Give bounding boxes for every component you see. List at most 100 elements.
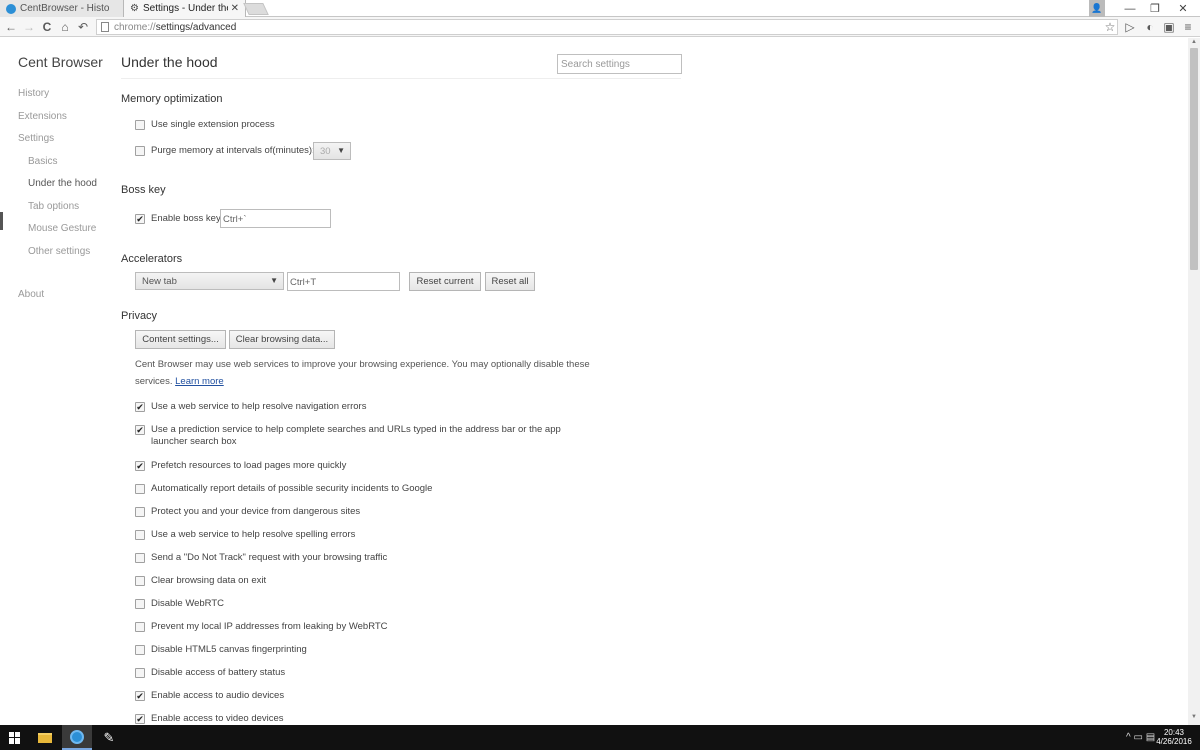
- purge-memory-checkbox[interactable]: Purge memory at intervals of(minutes):: [135, 145, 315, 157]
- privacy-option-checkbox[interactable]: Disable access of battery status: [135, 667, 285, 679]
- checkbox-box[interactable]: [135, 622, 145, 632]
- checkbox-label: Clear browsing data on exit: [151, 575, 267, 586]
- checkbox-box[interactable]: [135, 599, 145, 609]
- user-icon[interactable]: 👤: [1089, 0, 1105, 17]
- clock-time: 20:43: [1163, 728, 1185, 737]
- privacy-option-checkbox[interactable]: Send a "Do Not Track" request with your …: [135, 552, 387, 564]
- checkbox-box[interactable]: [135, 576, 145, 586]
- accelerator-action-select[interactable]: New tab ▼: [135, 272, 284, 290]
- header-divider: [121, 78, 681, 79]
- privacy-option-checkbox[interactable]: ✔ Enable access to audio devices: [135, 690, 284, 702]
- checkbox-box[interactable]: [135, 645, 145, 655]
- checkbox-box[interactable]: ✔: [135, 461, 145, 471]
- checkbox-box[interactable]: [135, 507, 145, 517]
- checkbox-box[interactable]: ✔: [135, 425, 145, 435]
- url-scheme: chrome://: [114, 21, 156, 33]
- checkbox-label: Enable access to audio devices: [151, 690, 285, 701]
- purge-interval-select[interactable]: 30 ▼: [313, 142, 351, 160]
- close-window-button[interactable]: ✕: [1172, 0, 1194, 17]
- chevron-down-icon: ▼: [270, 276, 278, 285]
- checkbox-label: Purge memory at intervals of(minutes):: [151, 145, 315, 156]
- folder-icon: [38, 732, 52, 743]
- checkbox-box[interactable]: [135, 120, 145, 130]
- checkbox-label: Protect you and your device from dangero…: [151, 506, 361, 517]
- windows-logo-icon: [9, 731, 21, 744]
- search-settings-input[interactable]: Search settings: [557, 54, 682, 74]
- checkbox-box[interactable]: [135, 530, 145, 540]
- privacy-option-checkbox[interactable]: Protect you and your device from dangero…: [135, 506, 360, 518]
- address-bar[interactable]: chrome:// settings/advanced: [96, 19, 1118, 35]
- privacy-option-checkbox[interactable]: Disable WebRTC: [135, 598, 224, 610]
- checkbox-box[interactable]: [135, 484, 145, 494]
- reset-all-button[interactable]: Reset all: [485, 272, 535, 291]
- privacy-option-checkbox[interactable]: Prevent my local IP addresses from leaki…: [135, 621, 388, 633]
- tab-settings[interactable]: ⚙ Settings - Under the ✕: [124, 0, 246, 17]
- clock-date: 4/26/2016: [1156, 737, 1192, 746]
- checkbox-label: Enable access to video devices: [151, 713, 284, 724]
- tab-label: Settings - Under the: [142, 3, 228, 14]
- content-settings-button[interactable]: Content settings...: [135, 330, 226, 349]
- checkbox-box[interactable]: [135, 553, 145, 563]
- checkbox-box[interactable]: [135, 668, 145, 678]
- section-bosskey-title: Boss key: [121, 184, 166, 196]
- checkbox-label: Use a web service to help resolve spelli…: [151, 529, 356, 540]
- privacy-option-checkbox[interactable]: Disable HTML5 canvas fingerprinting: [135, 644, 307, 656]
- checkbox-label: Use a prediction service to help complet…: [151, 424, 561, 447]
- privacy-option-checkbox[interactable]: ✔ Enable access to video devices: [135, 713, 284, 725]
- home-button[interactable]: ⌂: [58, 19, 72, 35]
- privacy-option-checkbox[interactable]: ✔ Use a prediction service to help comple…: [135, 424, 591, 448]
- play-icon[interactable]: ▷: [1123, 19, 1137, 35]
- store-icon[interactable]: ▣: [1162, 19, 1176, 35]
- scroll-down-icon[interactable]: ▼: [1189, 714, 1199, 724]
- maximize-button[interactable]: ❐: [1145, 0, 1165, 17]
- checkbox-box[interactable]: ✔: [135, 714, 145, 724]
- taskbar-clock[interactable]: 20:43 4/26/2016: [1154, 728, 1194, 746]
- section-memory-title: Memory optimization: [121, 93, 223, 105]
- system-tray-icons[interactable]: ^ ▭ ▤: [1126, 725, 1155, 750]
- enable-boss-key-checkbox[interactable]: ✔ Enable boss key: [135, 213, 221, 225]
- reset-current-button[interactable]: Reset current: [409, 272, 481, 291]
- checkbox-label: Disable access of battery status: [151, 667, 286, 678]
- checkbox-box[interactable]: ✔: [135, 691, 145, 701]
- checkbox-label: Prevent my local IP addresses from leaki…: [151, 621, 388, 632]
- tab-history[interactable]: CentBrowser - Histo: [0, 0, 124, 17]
- bookmark-star-icon[interactable]: ☆: [1103, 19, 1117, 35]
- pinned-app-button[interactable]: ✎: [94, 725, 124, 750]
- boss-key-shortcut-input[interactable]: Ctrl+`: [220, 209, 331, 228]
- checkbox-box[interactable]: ✔: [135, 402, 145, 412]
- scrollbar-thumb[interactable]: [1190, 48, 1198, 270]
- start-button[interactable]: [0, 725, 30, 750]
- file-explorer-button[interactable]: [30, 725, 60, 750]
- privacy-option-checkbox[interactable]: ✔ Use a web service to help resolve navig…: [135, 401, 366, 413]
- learn-more-link[interactable]: Learn more: [175, 376, 224, 387]
- section-accelerators-title: Accelerators: [121, 253, 183, 265]
- cent-browser-taskbar-button[interactable]: [62, 725, 92, 750]
- accelerator-shortcut-input[interactable]: Ctrl+T: [287, 272, 400, 291]
- privacy-option-checkbox[interactable]: Automatically report details of possible…: [135, 483, 432, 495]
- undo-close-tab-button[interactable]: ↶: [76, 19, 90, 35]
- privacy-option-checkbox[interactable]: Use a web service to help resolve spelli…: [135, 529, 355, 541]
- checkbox-box[interactable]: [135, 146, 145, 156]
- privacy-option-checkbox[interactable]: Clear browsing data on exit: [135, 575, 266, 587]
- tab-close-icon[interactable]: ✕: [231, 3, 239, 14]
- forward-button[interactable]: →: [22, 19, 36, 35]
- clear-browsing-data-button[interactable]: Clear browsing data...: [229, 330, 335, 349]
- reload-button[interactable]: C: [40, 19, 54, 35]
- checkbox-label: Prefetch resources to load pages more qu…: [151, 460, 347, 471]
- checkbox-box[interactable]: ✔: [135, 214, 145, 224]
- privacy-option-checkbox[interactable]: ✔ Prefetch resources to load pages more q…: [135, 460, 346, 472]
- checkbox-label: Send a "Do Not Track" request with your …: [151, 552, 388, 563]
- page-title: Under the hood: [121, 54, 218, 70]
- tab-strip: CentBrowser - Histo ⚙ Settings - Under t…: [0, 0, 1200, 17]
- single-extension-process-checkbox[interactable]: Use single extension process: [135, 119, 275, 131]
- browser-toolbar: ← → C ⌂ ↶ chrome:// settings/advanced ☆ …: [0, 17, 1200, 37]
- privacy-description: Cent Browser may use web services to imp…: [135, 356, 595, 390]
- extension-icon[interactable]: ◐: [1143, 19, 1157, 35]
- minimize-button[interactable]: —: [1120, 0, 1140, 17]
- page-icon: [101, 22, 109, 32]
- checkbox-label: Disable HTML5 canvas fingerprinting: [151, 644, 307, 655]
- new-tab-button[interactable]: [243, 3, 269, 15]
- menu-icon[interactable]: ≡: [1181, 19, 1195, 35]
- tab-label: CentBrowser - Histo: [20, 3, 110, 14]
- back-button[interactable]: ←: [4, 19, 18, 35]
